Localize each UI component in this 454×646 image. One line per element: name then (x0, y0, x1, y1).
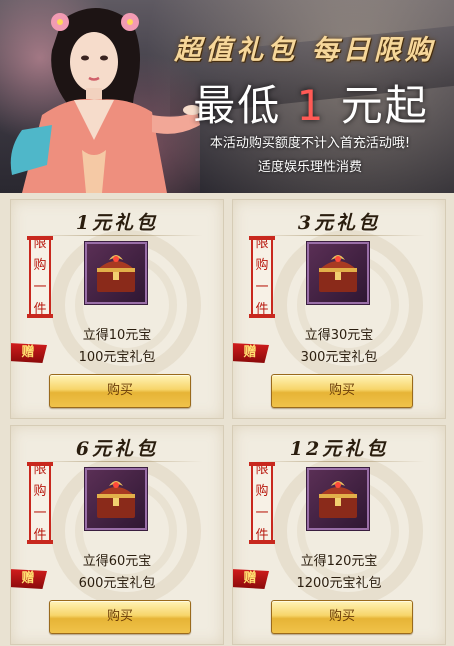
banner-headline: 最低 1 元起 (186, 72, 436, 133)
package-title: 3元礼包 (297, 212, 381, 234)
package-card-2: 3元礼包 限 购 一 件 赠 立得30元宝 300元宝礼包 购买 (232, 199, 446, 419)
buy-button[interactable]: 购买 (271, 374, 413, 408)
package-title: 6元礼包 (75, 438, 159, 460)
banner-title: 超值礼包 每日限购 (174, 35, 436, 66)
tag-cap-bottom (249, 540, 275, 544)
package-bonus-reward: 600元宝礼包 (78, 576, 156, 591)
tag-cap-top (27, 462, 53, 466)
headline-prefix: 最低 (193, 81, 297, 130)
limit-char: 一 (255, 506, 269, 521)
title-divider (31, 461, 203, 462)
promo-banner: 超值礼包 每日限购 最低 1 元起 本活动购买额度不计入首充活动哦! 适度娱乐理… (0, 0, 454, 193)
limit-char: 一 (33, 280, 47, 295)
chest-graphic (97, 255, 135, 292)
package-title: 12元礼包 (289, 438, 389, 460)
tag-cap-bottom (27, 314, 53, 318)
treasure-chest-icon[interactable] (307, 242, 369, 304)
tag-cap-bottom (27, 540, 53, 544)
headline-number: 1 (296, 81, 326, 130)
chest-graphic (97, 481, 135, 518)
tag-cap-top (27, 236, 53, 240)
limit-one-tag: 限 购 一 件 (249, 462, 275, 544)
package-instant-reward: 立得30元宝 (304, 328, 374, 343)
limit-char: 购 (255, 258, 269, 273)
chest-graphic (319, 481, 357, 518)
package-card-4: 12元礼包 限 购 一 件 赠 立得120元宝 1200元宝礼包 购买 (232, 425, 446, 645)
limit-char: 一 (33, 506, 47, 521)
buy-button[interactable]: 购买 (49, 374, 191, 408)
package-bonus-reward: 1200元宝礼包 (296, 576, 382, 591)
package-instant-reward: 立得120元宝 (300, 554, 378, 569)
package-card-3: 6元礼包 限 购 一 件 赠 立得60元宝 600元宝礼包 购买 (10, 425, 224, 645)
title-divider (253, 235, 425, 236)
limit-char: 购 (255, 484, 269, 499)
treasure-chest-icon[interactable] (85, 468, 147, 530)
banner-note: 本活动购买额度不计入首充活动哦! (209, 136, 411, 151)
limit-one-tag: 限 购 一 件 (249, 236, 275, 318)
title-divider (253, 461, 425, 462)
package-instant-reward: 立得60元宝 (82, 554, 152, 569)
limit-char: 购 (33, 484, 47, 499)
tag-cap-top (249, 462, 275, 466)
treasure-chest-icon[interactable] (307, 468, 369, 530)
package-title: 1元礼包 (75, 212, 159, 234)
limit-one-tag: 限 购 一 件 (27, 462, 53, 544)
package-instant-reward: 立得10元宝 (82, 328, 152, 343)
package-bonus-reward: 100元宝礼包 (78, 350, 156, 365)
tag-cap-top (249, 236, 275, 240)
buy-button[interactable]: 购买 (49, 600, 191, 634)
buy-button[interactable]: 购买 (271, 600, 413, 634)
chest-graphic (319, 255, 357, 292)
treasure-chest-icon[interactable] (85, 242, 147, 304)
limit-char: 一 (255, 280, 269, 295)
headline-suffix: 元起 (325, 81, 429, 130)
package-card-1: 1元礼包 限 购 一 件 赠 立得10元宝 100元宝礼包 购买 (10, 199, 224, 419)
tag-cap-bottom (249, 314, 275, 318)
title-divider (31, 235, 203, 236)
banner-note-secondary: 适度娱乐理性消费 (257, 160, 362, 175)
package-bonus-reward: 300元宝礼包 (300, 350, 378, 365)
limit-one-tag: 限 购 一 件 (27, 236, 53, 318)
limit-char: 购 (33, 258, 47, 273)
